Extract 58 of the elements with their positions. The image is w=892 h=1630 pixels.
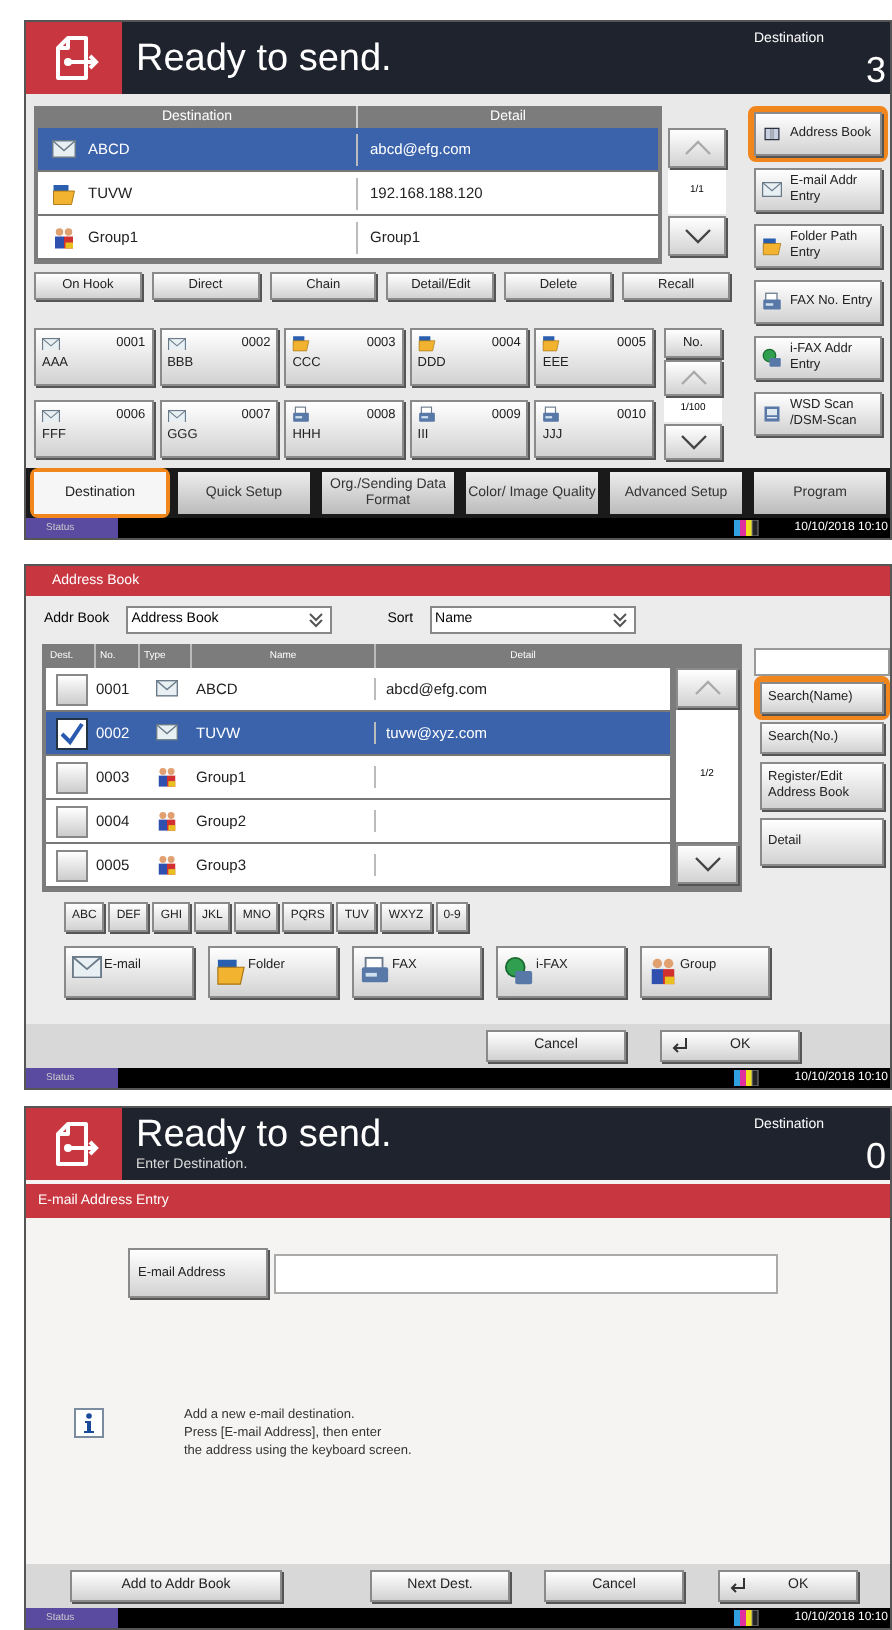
enter-icon (728, 1578, 748, 1594)
destination-count: 0 (865, 1137, 886, 1173)
envelope-icon (42, 337, 60, 351)
double-chevron-icon (305, 610, 326, 630)
fax-machine-icon (292, 406, 311, 425)
checkmark-icon (59, 721, 83, 745)
checkbox[interactable] (55, 761, 87, 793)
header-title: Ready to send. (136, 37, 394, 79)
header-title: Ready to send. (136, 1114, 394, 1156)
fax-machine-icon (417, 406, 436, 425)
people-icon (648, 956, 678, 986)
fax-machine-icon (542, 406, 561, 425)
double-chevron-icon (609, 610, 630, 630)
envelope-icon (42, 409, 60, 423)
enter-icon (670, 1038, 690, 1054)
folder-icon (542, 334, 561, 353)
folder-icon (417, 334, 436, 353)
scroll-down-button[interactable] (676, 844, 738, 884)
envelope-icon (155, 724, 177, 742)
scanner-icon (762, 404, 782, 424)
checkbox[interactable] (55, 849, 87, 881)
globe-fax-icon (762, 348, 782, 368)
people-icon (52, 225, 76, 249)
checkbox[interactable] (55, 673, 87, 705)
envelope-icon (155, 680, 177, 698)
envelope-icon (167, 337, 186, 351)
checkbox[interactable] (55, 805, 87, 837)
search-input-field[interactable] (754, 648, 890, 676)
chevron-down-icon (683, 228, 711, 244)
fax-machine-icon (762, 292, 782, 312)
envelope-icon (762, 182, 782, 198)
envelope-icon (72, 956, 102, 979)
book-icon (762, 124, 782, 144)
people-icon (155, 810, 177, 832)
people-icon (155, 766, 177, 788)
people-icon (155, 854, 177, 876)
info-icon (74, 1408, 104, 1438)
envelope-icon (167, 409, 186, 423)
scroll-up-button[interactable] (664, 360, 722, 396)
folder-icon (216, 956, 246, 986)
chevron-down-icon (693, 856, 721, 872)
folder-icon (762, 236, 782, 256)
checkbox[interactable] (55, 717, 87, 749)
chevron-up-icon (679, 370, 707, 386)
folder-icon (52, 181, 76, 205)
envelope-icon (52, 140, 76, 158)
scroll-up-button[interactable] (668, 128, 726, 168)
scroll-down-button[interactable] (664, 424, 722, 460)
scroll-up-button[interactable] (676, 668, 738, 708)
chevron-up-icon (693, 680, 721, 696)
fax-machine-icon (360, 956, 390, 986)
globe-fax-icon (504, 956, 534, 986)
chevron-up-icon (683, 140, 711, 156)
destination-count: 3 (865, 51, 886, 87)
scroll-down-button[interactable] (668, 216, 726, 256)
chevron-down-icon (679, 434, 707, 450)
folder-icon (292, 334, 311, 353)
email-address-field[interactable] (274, 1253, 778, 1293)
